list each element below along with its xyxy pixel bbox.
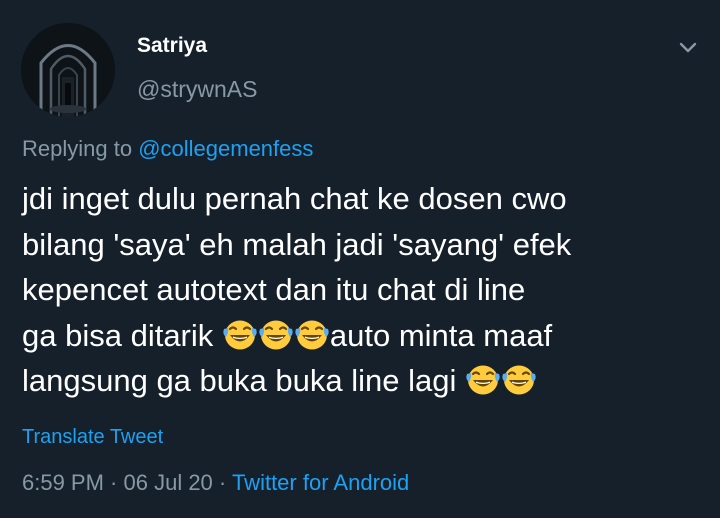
meta-separator: · — [212, 470, 232, 495]
tweet-line: auto minta maaf — [329, 317, 553, 353]
translate-tweet-link[interactable]: Translate Tweet — [22, 426, 163, 449]
tweet-line: jdi inget dulu pernah chat ke dosen cwo — [22, 181, 567, 216]
meta-separator: · — [103, 470, 124, 495]
tweet-date[interactable]: 06 Jul 20 — [124, 470, 213, 495]
avatar[interactable] — [21, 23, 115, 117]
tweet-card: Satriya @strywnAS Replying to @collegeme… — [0, 0, 720, 518]
tweet-line: ga bisa ditarik — [22, 317, 222, 353]
avatar-image — [21, 23, 115, 117]
tweet-line: bilang 'saya' eh malah jadi 'sayang' efe… — [22, 226, 572, 262]
face-with-tears-of-joy-icon — [501, 363, 537, 397]
replying-to: Replying to @collegemenfess — [22, 136, 313, 162]
chevron-down-icon[interactable] — [677, 36, 699, 58]
replying-to-label: Replying to — [22, 136, 139, 161]
reply-mention-link[interactable]: @collegemenfess — [138, 136, 313, 161]
tweet-line: langsung ga buka buka line lagi — [22, 363, 465, 398]
tweet-time[interactable]: 6:59 PM — [22, 470, 104, 495]
face-with-tears-of-joy-icon — [222, 318, 258, 352]
tweet-source-link[interactable]: Twitter for Android — [232, 470, 409, 495]
tweet-line: kepencet autotext dan itu chat di line — [22, 272, 526, 307]
face-with-tears-of-joy-icon — [465, 363, 501, 397]
author-handle[interactable]: @strywnAS — [137, 76, 257, 103]
face-with-tears-of-joy-icon — [258, 318, 294, 352]
tweet-text: jdi inget dulu pernah chat ke dosen cwo … — [22, 176, 702, 404]
tweet-meta: 6:59 PM · 06 Jul 20 · Twitter for Androi… — [22, 470, 409, 496]
face-with-tears-of-joy-icon — [294, 318, 330, 352]
author-display-name[interactable]: Satriya — [137, 34, 207, 58]
